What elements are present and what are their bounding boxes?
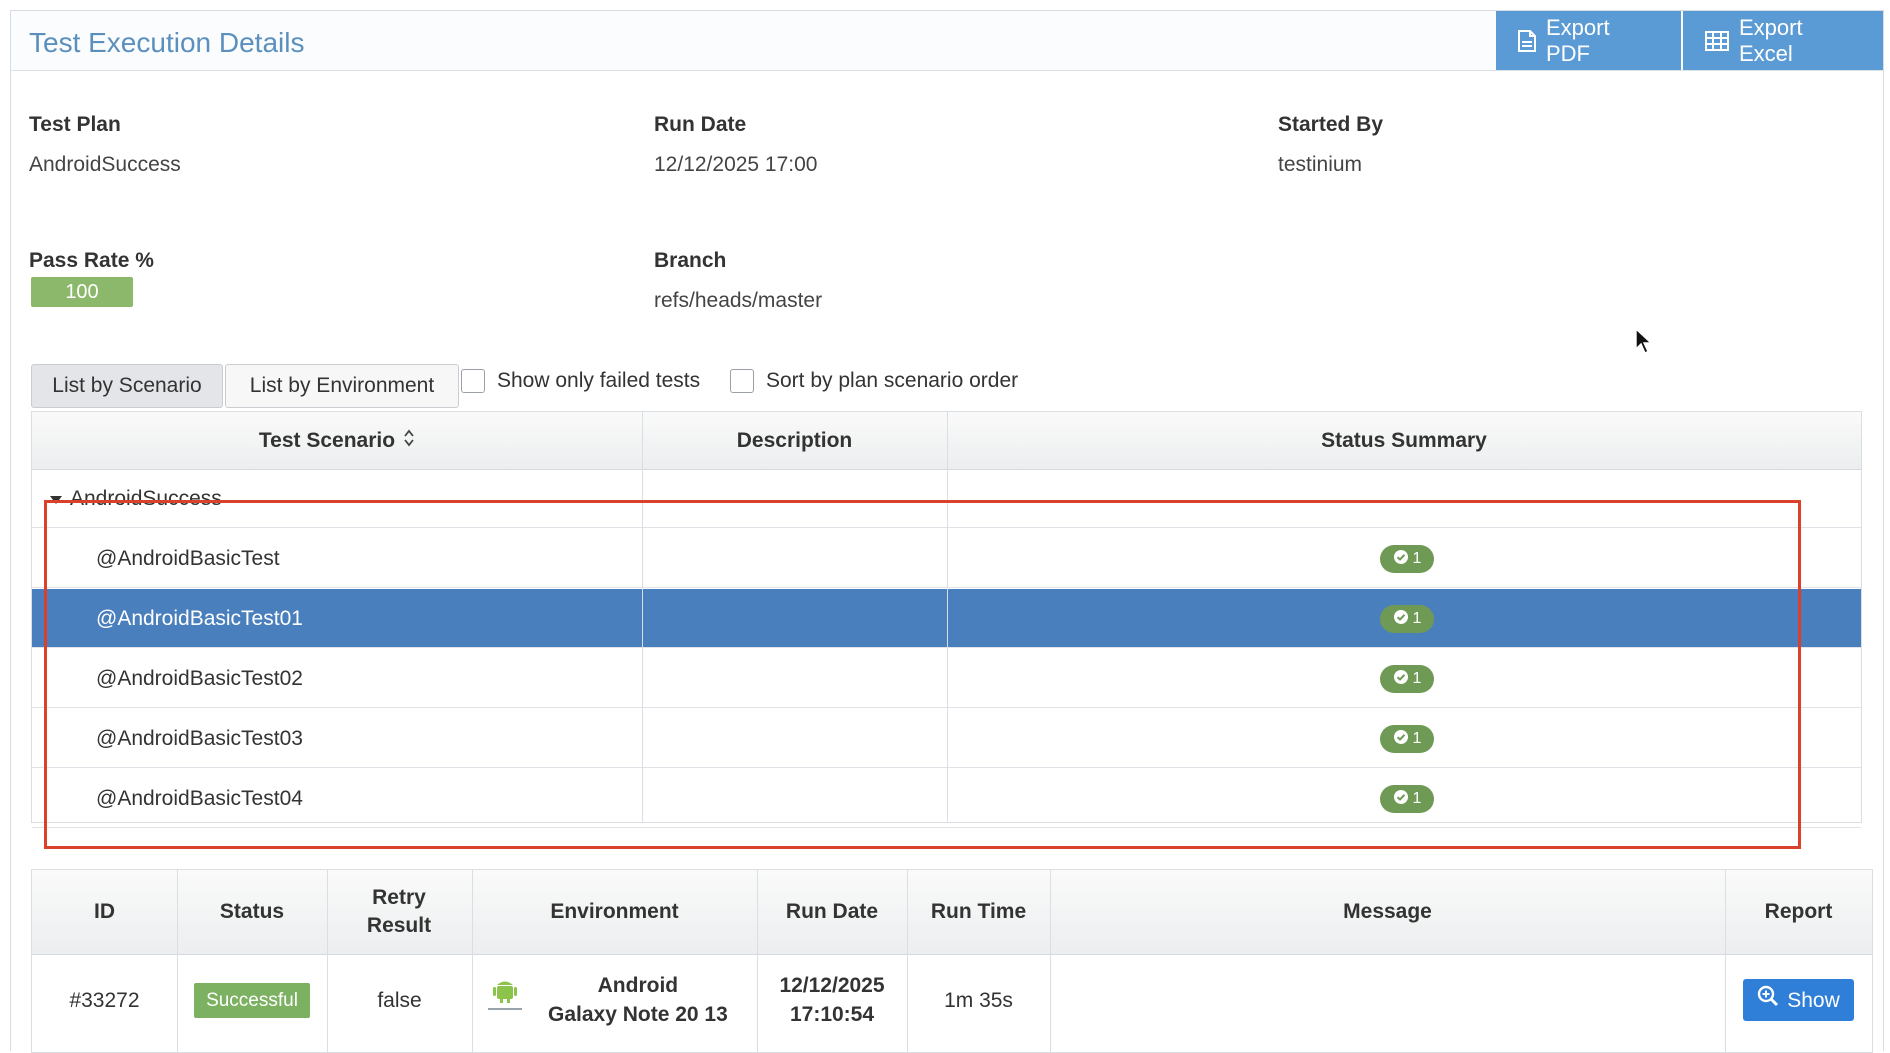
run-date-day: 12/12/2025 bbox=[779, 974, 885, 997]
sort-icon bbox=[403, 429, 415, 453]
mouse-pointer-icon bbox=[1635, 327, 1653, 359]
status-badge: Successful bbox=[194, 982, 310, 1018]
scenario-name: @AndroidBasicTest bbox=[96, 546, 280, 570]
status-count: 1 bbox=[1412, 790, 1422, 807]
run-date-time: 17:10:54 bbox=[789, 1003, 875, 1026]
status-summary-badge: 1 bbox=[1380, 785, 1434, 813]
column-report: Report bbox=[1764, 900, 1833, 923]
export-pdf-button[interactable]: Export PDF bbox=[1496, 11, 1681, 70]
column-test-scenario[interactable]: Test Scenario bbox=[32, 412, 642, 469]
status-summary-badge: 1 bbox=[1380, 665, 1434, 693]
sort-by-plan-order-checkbox[interactable]: Sort by plan scenario order bbox=[730, 369, 1018, 393]
execution-details-panel: Test Execution Details Export PDF Export… bbox=[10, 10, 1884, 1053]
test-plan-value: AndroidSuccess bbox=[29, 153, 181, 176]
run-id: #33272 bbox=[69, 988, 140, 1012]
status-summary-badge: 1 bbox=[1380, 605, 1434, 633]
report-cell: Show bbox=[1725, 955, 1872, 1045]
checkbox-box[interactable] bbox=[730, 369, 754, 393]
table-grid-icon bbox=[1705, 30, 1729, 51]
run-time: 1m 35s bbox=[944, 988, 1013, 1012]
column-retry-result: Retry Result bbox=[366, 886, 432, 937]
test-plan-label: Test Plan bbox=[29, 113, 121, 136]
check-circle-icon bbox=[1393, 729, 1409, 750]
column-status-summary[interactable]: Status Summary bbox=[947, 412, 1861, 469]
environment-cell: Android Galaxy Note 20 13 bbox=[472, 955, 757, 1045]
column-divider bbox=[907, 870, 908, 1053]
status-count: 1 bbox=[1412, 610, 1422, 627]
column-divider bbox=[947, 412, 948, 823]
show-only-failed-checkbox[interactable]: Show only failed tests bbox=[461, 369, 700, 393]
branch-label: Branch bbox=[654, 249, 727, 272]
show-report-label: Show bbox=[1787, 988, 1840, 1012]
check-circle-icon bbox=[1393, 609, 1409, 630]
scenario-grid: Test Scenario Description Status Summary… bbox=[31, 411, 1862, 828]
scenario-name: @AndroidBasicTest04 bbox=[96, 786, 303, 810]
column-status: Status bbox=[219, 900, 285, 923]
column-divider bbox=[1725, 870, 1726, 1053]
column-run-date: Run Date bbox=[785, 900, 879, 923]
started-by-label: Started By bbox=[1278, 113, 1384, 136]
check-circle-icon bbox=[1393, 789, 1409, 810]
pdf-file-icon bbox=[1518, 29, 1536, 52]
environment-device: Galaxy Note 20 13 bbox=[548, 1003, 728, 1026]
status-count: 1 bbox=[1412, 730, 1422, 747]
column-id: ID bbox=[94, 900, 115, 923]
caret-down-icon bbox=[50, 487, 62, 511]
column-divider bbox=[1050, 870, 1051, 1053]
android-icon bbox=[486, 979, 524, 1021]
status-count: 1 bbox=[1412, 670, 1422, 687]
run-date-cell: 12/12/2025 17:10:54 bbox=[757, 955, 907, 1045]
page-title: Test Execution Details bbox=[29, 27, 305, 58]
run-results-table: ID Status Retry Result Environment Run D… bbox=[31, 869, 1873, 1053]
environment-os: Android bbox=[597, 974, 679, 997]
check-circle-icon bbox=[1393, 549, 1409, 570]
group-row-cell: AndroidSuccess bbox=[50, 469, 222, 528]
status-summary-badge: 1 bbox=[1380, 545, 1434, 573]
message bbox=[1050, 955, 1725, 1045]
column-divider bbox=[327, 870, 328, 1053]
export-pdf-label: Export PDF bbox=[1546, 14, 1610, 66]
column-divider bbox=[757, 870, 758, 1053]
scenario-name: @AndroidBasicTest02 bbox=[96, 666, 303, 690]
retry-result: false bbox=[377, 988, 422, 1012]
column-message: Message bbox=[1343, 900, 1432, 923]
status-cell: Successful bbox=[177, 955, 327, 1045]
show-report-button[interactable]: Show bbox=[1743, 979, 1854, 1021]
column-divider bbox=[472, 870, 473, 1053]
tab-list-by-scenario[interactable]: List by Scenario bbox=[31, 364, 223, 408]
column-divider bbox=[177, 870, 178, 1053]
column-description[interactable]: Description bbox=[642, 412, 947, 469]
show-only-failed-label: Show only failed tests bbox=[497, 369, 701, 392]
scenario-name: @AndroidBasicTest01 bbox=[96, 606, 303, 630]
status-summary-badge: 1 bbox=[1380, 725, 1434, 753]
zoom-in-icon bbox=[1757, 985, 1779, 1015]
run-date-label: Run Date bbox=[654, 113, 747, 136]
pass-rate-badge: 100 bbox=[31, 277, 133, 307]
environment-text: Android Galaxy Note 20 13 bbox=[548, 971, 728, 1029]
run-results-header: ID Status Retry Result Environment Run D… bbox=[32, 870, 1872, 955]
column-divider bbox=[642, 412, 643, 823]
panel-header: Test Execution Details Export PDF Export… bbox=[11, 11, 1883, 71]
branch-value: refs/heads/master bbox=[654, 289, 823, 312]
check-circle-icon bbox=[1393, 669, 1409, 690]
scenario-name: @AndroidBasicTest03 bbox=[96, 726, 303, 750]
column-environment: Environment bbox=[550, 900, 679, 923]
export-excel-button[interactable]: Export Excel bbox=[1683, 11, 1883, 70]
checkbox-box[interactable] bbox=[461, 369, 485, 393]
column-test-scenario-label: Test Scenario bbox=[258, 428, 396, 452]
pass-rate-label: Pass Rate % bbox=[29, 249, 154, 272]
tab-list-by-environment[interactable]: List by Environment bbox=[225, 364, 459, 408]
sort-by-plan-order-label: Sort by plan scenario order bbox=[766, 369, 1019, 392]
column-run-time: Run Time bbox=[930, 900, 1027, 923]
group-name: AndroidSuccess bbox=[70, 486, 222, 510]
run-date-value: 12/12/2025 17:00 bbox=[654, 153, 818, 176]
export-excel-label: Export Excel bbox=[1739, 14, 1803, 66]
started-by-value: testinium bbox=[1278, 153, 1363, 176]
status-count: 1 bbox=[1412, 550, 1422, 567]
